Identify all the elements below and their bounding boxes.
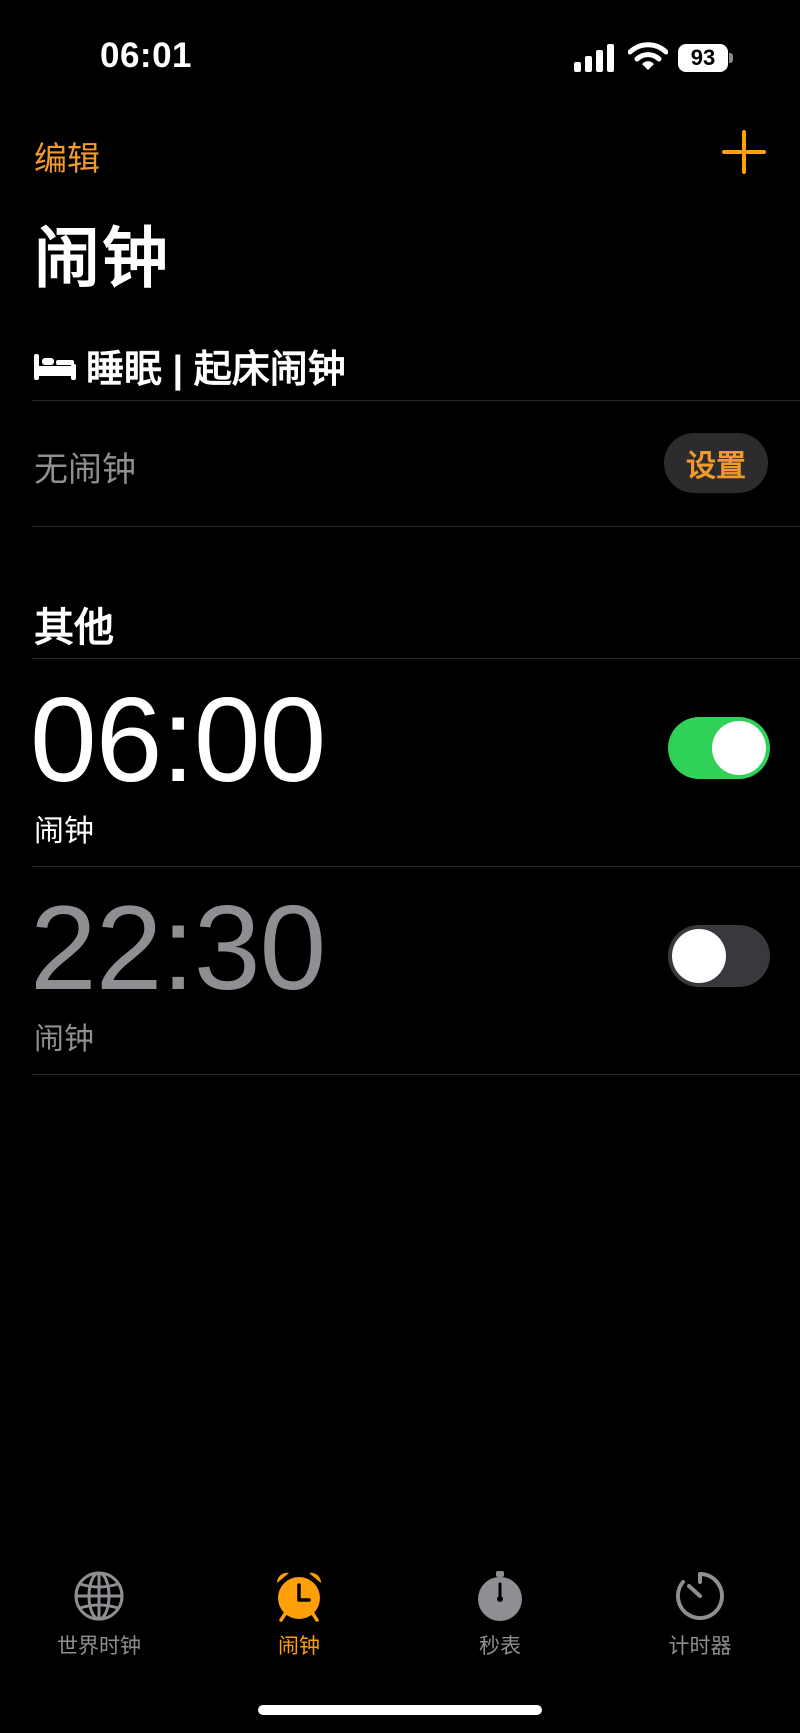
sleep-section-header: 睡眠 | 起床闹钟 <box>34 338 346 393</box>
tab-world-clock[interactable]: 世界时钟 <box>39 1570 159 1660</box>
tab-label: 秒表 <box>479 1635 521 1658</box>
divider <box>32 866 800 867</box>
tab-label: 计时器 <box>668 1635 732 1658</box>
sleep-section-title: 睡眠 | 起床闹钟 <box>86 349 346 391</box>
battery-tip <box>729 53 733 63</box>
plus-icon[interactable] <box>722 130 766 174</box>
page-title: 闹钟 <box>34 221 170 295</box>
no-alarm-text: 无闹钟 <box>34 451 136 489</box>
home-indicator[interactable] <box>258 1705 542 1715</box>
alarm-time[interactable]: 06:00 <box>30 680 326 800</box>
alarm-label: 闹钟 <box>34 815 94 848</box>
divider <box>32 526 800 527</box>
other-section-header: 其他 <box>34 606 114 650</box>
tab-label: 世界时钟 <box>57 1635 141 1658</box>
battery-level: 93 <box>690 45 716 70</box>
tab-timer[interactable]: 计时器 <box>640 1570 760 1660</box>
timer-icon <box>675 1572 724 1620</box>
tab-alarm[interactable]: 闹钟 <box>239 1570 359 1660</box>
stopwatch-icon <box>478 1571 522 1621</box>
alarm-time[interactable]: 22:30 <box>30 888 326 1008</box>
battery-indicator: 93 <box>678 44 728 72</box>
alarm-label: 闹钟 <box>34 1023 94 1056</box>
wifi-icon <box>628 42 668 70</box>
divider <box>32 400 800 401</box>
toggle-knob <box>672 929 726 983</box>
setup-button[interactable]: 设置 <box>664 433 768 493</box>
globe-icon <box>74 1571 124 1621</box>
divider <box>32 1074 800 1075</box>
tab-stopwatch[interactable]: 秒表 <box>440 1570 560 1660</box>
divider <box>32 658 800 659</box>
bed-icon <box>34 353 76 380</box>
alarm-toggle[interactable] <box>668 717 770 779</box>
edit-button[interactable]: 编辑 <box>34 132 100 180</box>
alarm-toggle[interactable] <box>668 925 770 987</box>
toggle-knob <box>712 721 766 775</box>
tab-label: 闹钟 <box>278 1635 320 1658</box>
cellular-signal-icon <box>574 44 614 72</box>
status-time: 06:01 <box>100 36 193 75</box>
alarm-clock-icon <box>276 1572 322 1622</box>
